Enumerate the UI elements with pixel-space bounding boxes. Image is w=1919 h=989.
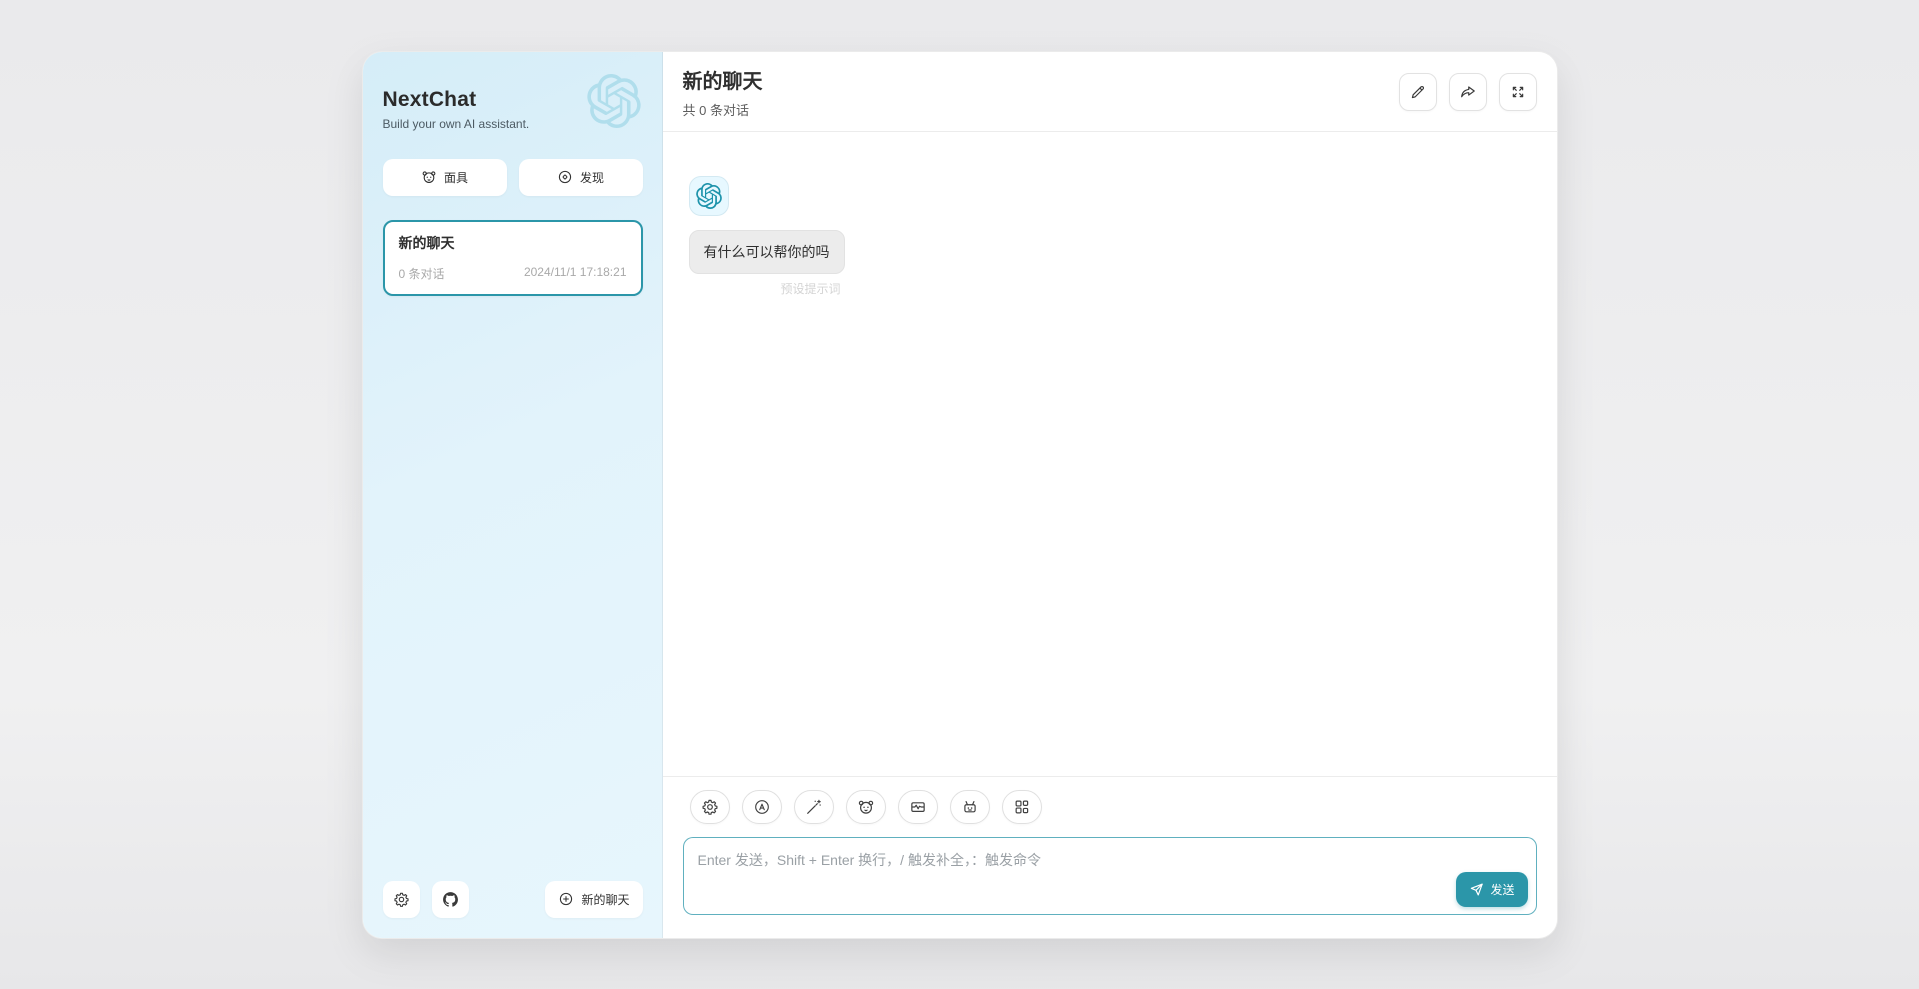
assistant-avatar (689, 176, 729, 216)
sidebar: NextChat Build your own AI assistant. 面具… (363, 52, 663, 938)
masks-button[interactable] (846, 790, 886, 824)
magic-wand-icon (805, 798, 823, 816)
chat-item-count: 0 条对话 (399, 265, 445, 282)
chat-item-time: 2024/11/1 17:18:21 (524, 265, 627, 282)
chat-message-list: 有什么可以帮你的吗 预设提示词 (663, 132, 1557, 776)
mask-icon (857, 798, 875, 816)
sidebar-footer-left (383, 881, 469, 918)
openai-logo-icon (696, 183, 722, 209)
chat-title[interactable]: 新的聊天 (683, 65, 763, 94)
chat-list-item-selected[interactable]: 新的聊天 0 条对话 2024/11/1 17:18:21 (383, 220, 643, 296)
settings-button[interactable] (383, 881, 420, 918)
chat-list: 新的聊天 0 条对话 2024/11/1 17:18:21 (383, 220, 643, 296)
discover-icon (557, 169, 573, 185)
plus-circle-icon (558, 891, 574, 907)
masks-nav-label: 面具 (444, 169, 468, 186)
sidebar-header: NextChat Build your own AI assistant. (383, 72, 643, 131)
fullscreen-button[interactable] (1499, 73, 1537, 111)
send-label: 发送 (1490, 881, 1514, 898)
rename-chat-button[interactable] (1399, 73, 1437, 111)
mask-icon (421, 169, 437, 185)
chat-item-title: 新的聊天 (399, 233, 627, 253)
theme-icon (753, 798, 771, 816)
github-icon (442, 891, 459, 908)
prompt-shortcuts-button[interactable] (794, 790, 834, 824)
export-chat-button[interactable] (1449, 73, 1487, 111)
pencil-icon (1409, 83, 1427, 101)
send-button[interactable]: 发送 (1456, 872, 1527, 907)
nextchat-window: NextChat Build your own AI assistant. 面具… (362, 51, 1558, 939)
chat-item-meta: 0 条对话 2024/11/1 17:18:21 (399, 265, 627, 282)
theme-toggle-button[interactable] (742, 790, 782, 824)
sidebar-footer: 新的聊天 (383, 881, 643, 918)
plugins-button[interactable] (1002, 790, 1042, 824)
fullscreen-icon (1509, 83, 1527, 101)
chat-panel: 新的聊天 共 0 条对话 有什么可以帮你的吗 (663, 52, 1557, 938)
clear-context-button[interactable] (898, 790, 938, 824)
masks-nav-button[interactable]: 面具 (383, 159, 507, 196)
paper-plane-icon (1469, 882, 1484, 897)
chat-header-titles: 新的聊天 共 0 条对话 (683, 65, 763, 119)
share-icon (1459, 83, 1477, 101)
grid-icon (1013, 798, 1031, 816)
model-select-button[interactable] (950, 790, 990, 824)
model-settings-button[interactable] (690, 790, 730, 824)
discover-nav-button[interactable]: 发现 (519, 159, 643, 196)
assistant-message-bubble[interactable]: 有什么可以帮你的吗 (689, 230, 845, 274)
assistant-message: 有什么可以帮你的吗 预设提示词 (689, 176, 845, 297)
sidebar-nav: 面具 发现 (383, 159, 643, 196)
chat-header: 新的聊天 共 0 条对话 (663, 52, 1557, 132)
composer: 发送 (663, 776, 1557, 938)
composer-toolbar (683, 790, 1537, 824)
new-chat-button[interactable]: 新的聊天 (545, 881, 642, 918)
message-input[interactable] (683, 837, 1537, 915)
gear-icon (701, 798, 719, 816)
robot-icon (961, 798, 979, 816)
chat-header-actions (1399, 73, 1537, 111)
new-chat-label: 新的聊天 (581, 891, 629, 908)
clear-context-icon (909, 798, 927, 816)
github-button[interactable] (432, 881, 469, 918)
openai-logo-watermark (587, 74, 641, 128)
input-area: 发送 (683, 837, 1537, 920)
message-hint: 预设提示词 (689, 280, 845, 297)
chat-subtitle: 共 0 条对话 (683, 100, 763, 119)
discover-nav-label: 发现 (580, 169, 604, 186)
settings-icon (393, 891, 410, 908)
